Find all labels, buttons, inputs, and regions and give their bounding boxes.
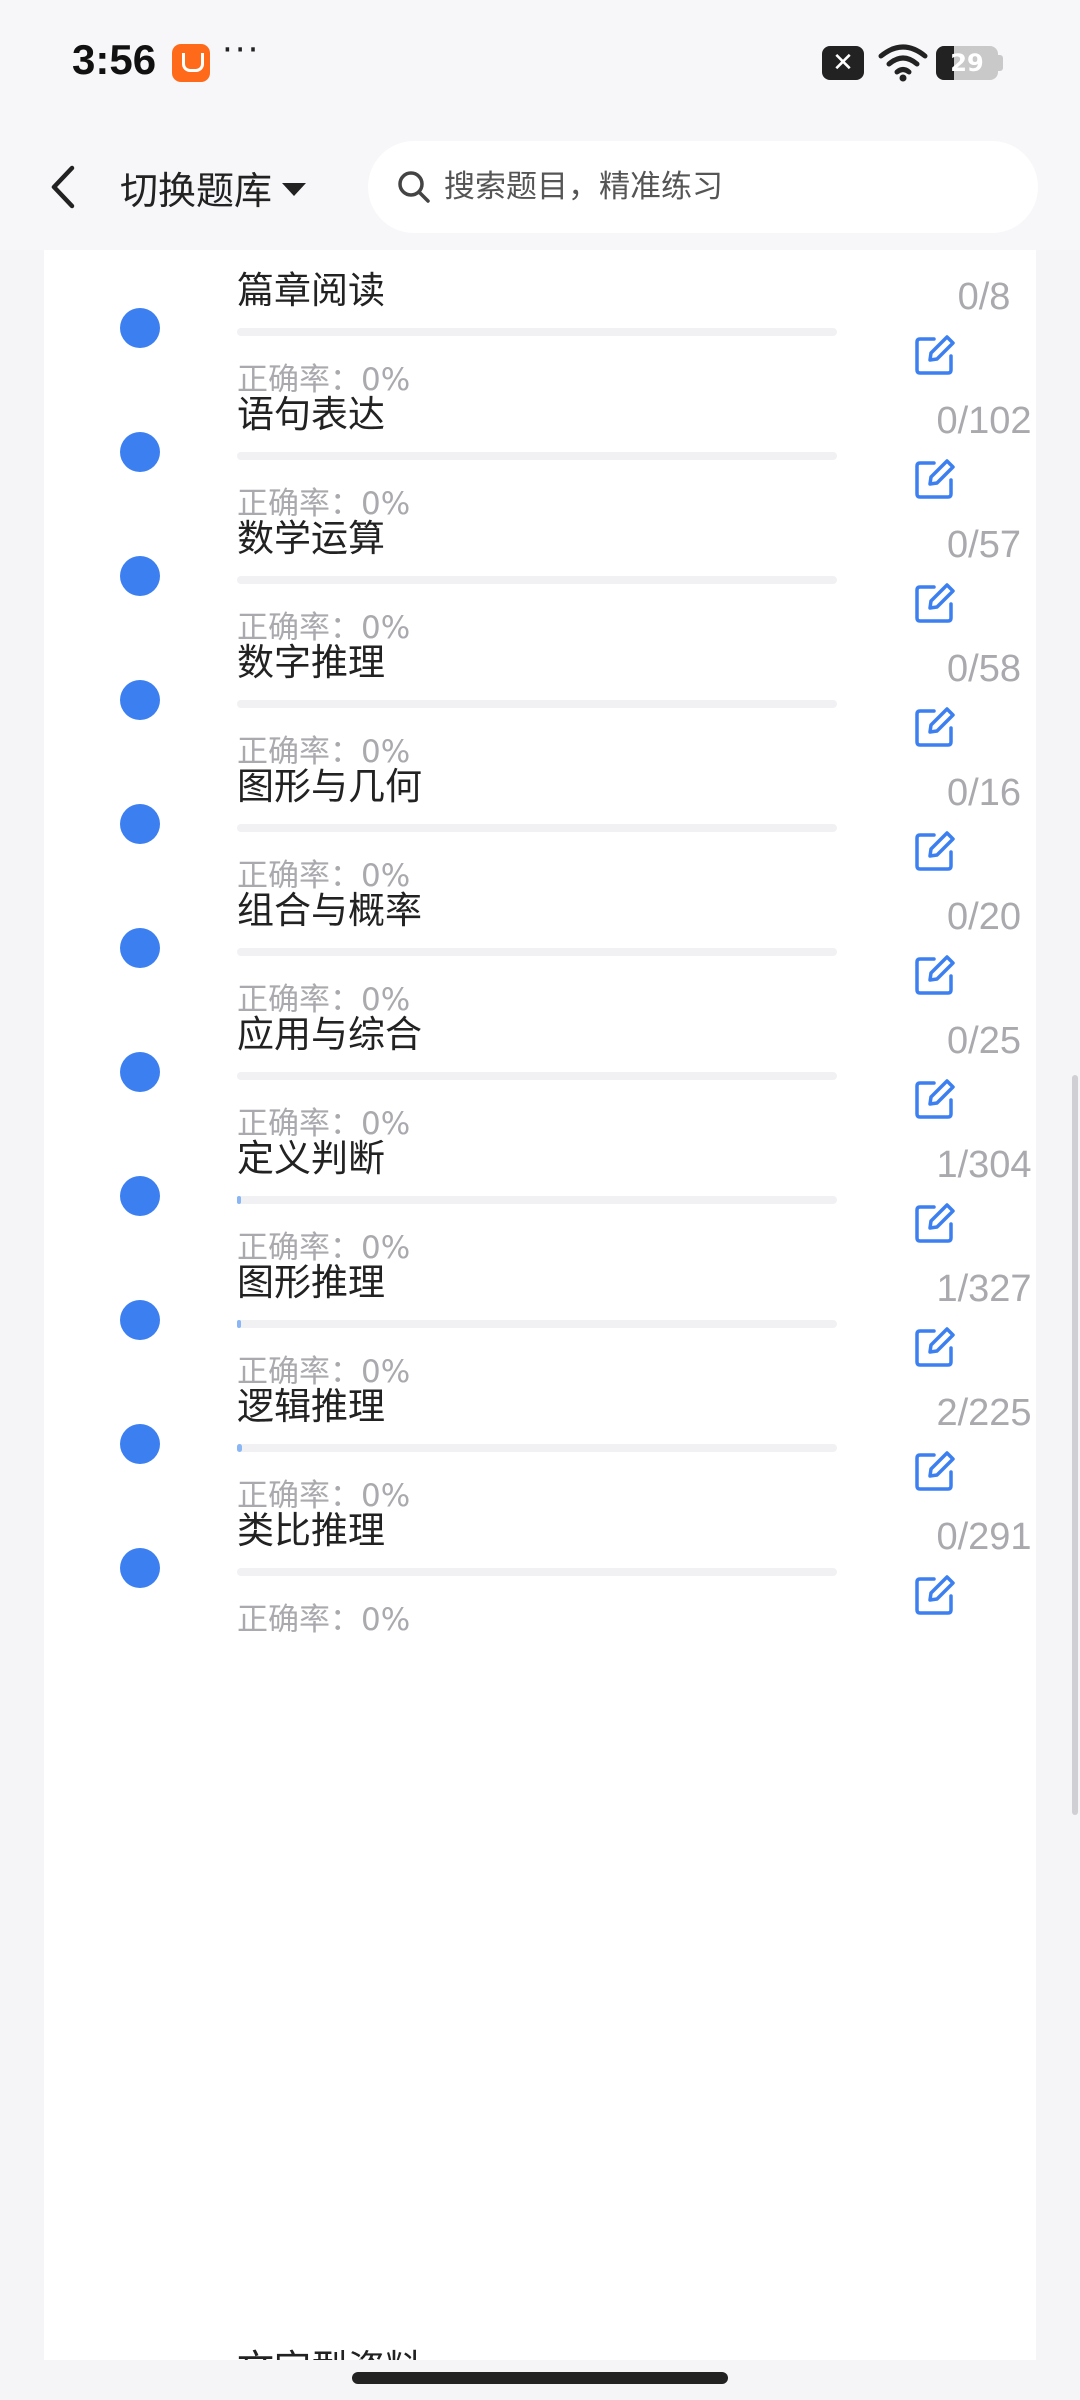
topic-dot [120,1548,160,1588]
progress-track [237,1568,837,1576]
topic-dot [120,556,160,596]
shop-app-icon [172,44,210,82]
progress-fill [237,1196,241,1204]
topic-title: 类比推理 [237,1509,385,1552]
topic-dot [120,928,160,968]
list-item[interactable]: 类比推理正确率：0% 0/291 [44,1502,1036,1692]
close-badge-icon: ✕ [822,46,864,80]
topic-dot [120,680,160,720]
wifi-icon [878,44,928,82]
edit-icon[interactable] [912,332,958,378]
question-count: 0/16 [947,772,1021,814]
caret-down-icon [282,182,307,196]
topic-title: 篇章阅读 [237,269,385,312]
question-count: 0/8 [957,276,1011,318]
progress-track [237,1196,837,1204]
edit-icon[interactable] [912,1200,958,1246]
topic-title: 逻辑推理 [237,1385,385,1428]
progress-track [237,824,837,832]
header: 切换题库 [0,125,1080,250]
switch-question-bank-button[interactable]: 切换题库 [120,155,307,219]
topic-title: 应用与综合 [237,1013,422,1056]
search-box[interactable] [368,141,1038,233]
question-count: 1/304 [936,1144,1032,1186]
list-item-title-peek: 文字型资料 [237,2338,422,2360]
progress-fill [237,1320,241,1328]
progress-track [237,700,837,708]
accuracy-text: 正确率：0% [237,1602,411,1638]
battery-level: 29 [950,49,984,77]
topic-dot [120,432,160,472]
edit-icon[interactable] [912,1448,958,1494]
topic-title: 语句表达 [237,393,385,436]
topic-dot [120,1052,160,1092]
progress-track [237,1444,837,1452]
edit-icon[interactable] [912,1572,958,1618]
topic-title: 定义判断 [237,1137,385,1180]
topic-dot [120,1176,160,1216]
topic-dot [120,1424,160,1464]
progress-fill [237,1444,243,1452]
back-button[interactable] [40,161,86,213]
edit-icon[interactable] [912,952,958,998]
edit-icon[interactable] [912,1076,958,1122]
edit-icon[interactable] [912,704,958,750]
question-count: 0/102 [936,400,1032,442]
topic-title: 组合与概率 [237,889,422,932]
question-count: 0/291 [936,1516,1032,1558]
progress-track [237,576,837,584]
battery-tip [998,55,1003,71]
chevron-left-icon [51,165,75,209]
progress-track [237,1072,837,1080]
topic-dot [120,308,160,348]
switch-question-bank-label: 切换题库 [120,168,273,213]
topic-title: 数学运算 [237,517,385,560]
question-count: 0/25 [947,1020,1021,1062]
question-count: 0/57 [947,524,1021,566]
topic-dot [120,1300,160,1340]
progress-track [237,452,837,460]
edit-icon[interactable] [912,580,958,626]
home-indicator[interactable] [352,2372,728,2384]
edit-icon[interactable] [912,456,958,502]
status-time: 3:56 [72,36,157,83]
question-count: 2/225 [936,1392,1032,1434]
topic-title: 图形推理 [237,1261,385,1304]
question-count: 1/327 [936,1268,1032,1310]
battery-icon: 29 [936,46,998,80]
scrollbar[interactable] [1072,1075,1078,1815]
search-input[interactable] [444,169,1004,205]
search-icon [398,171,430,203]
more-notifications-icon: ··· [222,30,261,70]
edit-icon[interactable] [912,828,958,874]
progress-track [237,1320,837,1328]
topic-title: 数字推理 [237,641,385,684]
status-bar: 3:56 ··· ✕ 29 [0,0,1080,125]
question-count: 0/20 [947,896,1021,938]
question-count: 0/58 [947,648,1021,690]
edit-icon[interactable] [912,1324,958,1370]
topic-title: 图形与几何 [237,765,422,808]
topic-dot [120,804,160,844]
progress-track [237,948,837,956]
topic-list: 文字型资料 篇章阅读正确率：0%0/8语句表达正确率：0%0/102数学运算正确… [44,250,1036,2360]
progress-track [237,328,837,336]
